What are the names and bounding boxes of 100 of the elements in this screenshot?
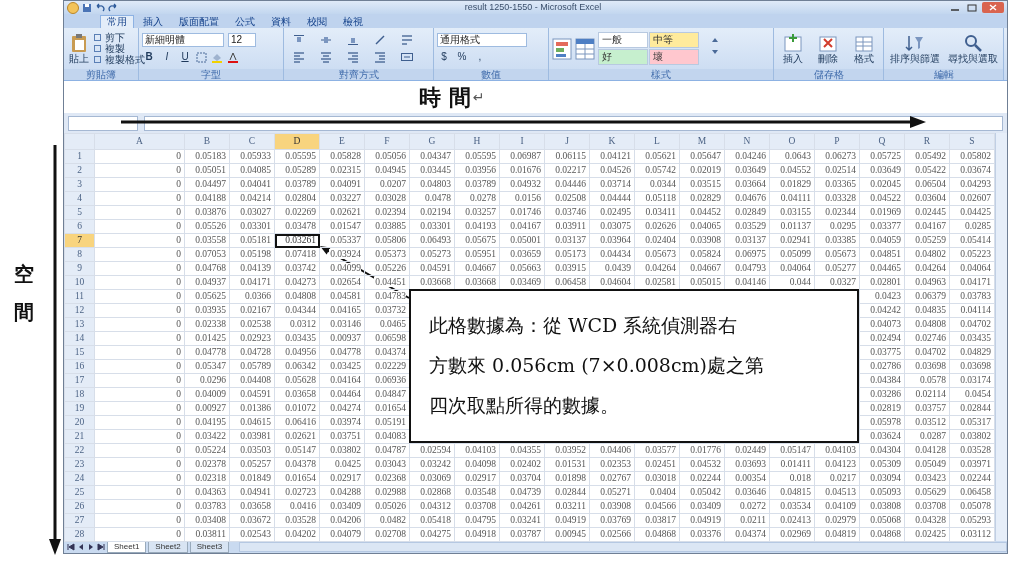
last-sheet-icon[interactable] — [97, 543, 105, 551]
ribbon-tab[interactable]: 校閱 — [300, 15, 334, 28]
table-cell: 0.05629 — [904, 485, 950, 500]
column-header[interactable]: M — [679, 133, 725, 150]
table-cell: 0.04615 — [229, 415, 275, 430]
table-cell: 0.05673 — [634, 247, 680, 262]
orientation-icon[interactable] — [374, 34, 386, 46]
table-cell: 0.02849 — [724, 205, 770, 220]
group-label: 編輯 — [884, 69, 1003, 80]
ribbon-button[interactable]: 刪除 — [816, 33, 841, 64]
column-header[interactable]: R — [904, 133, 950, 150]
column-header[interactable]: L — [634, 133, 680, 150]
ribbon-tab[interactable]: 版面配置 — [172, 15, 226, 28]
table-cell: 0.04065 — [679, 219, 725, 234]
column-header[interactable]: I — [499, 133, 545, 150]
column-header[interactable]: H — [454, 133, 500, 150]
table-cell: 0.04945 — [364, 163, 410, 178]
sheet-tab[interactable]: Sheet1 — [107, 541, 147, 553]
sheet-tab[interactable]: Sheet2 — [148, 541, 188, 553]
column-header[interactable]: N — [724, 133, 770, 150]
font-color-icon[interactable] — [227, 51, 239, 63]
column-header[interactable]: J — [544, 133, 590, 150]
merge-cells-icon[interactable] — [401, 51, 413, 63]
table-cell: 0.04167 — [499, 219, 545, 234]
cell-style[interactable]: 中等 — [649, 32, 699, 48]
cell-style[interactable]: 好 — [598, 49, 648, 65]
column-header[interactable]: C — [229, 133, 275, 150]
column-header[interactable]: D — [274, 133, 320, 150]
maximize-icon[interactable] — [965, 2, 979, 13]
middle-align-icon[interactable] — [320, 34, 332, 46]
column-header[interactable]: A — [94, 133, 185, 150]
table-cell: 0 — [94, 373, 185, 388]
column-header[interactable]: E — [319, 133, 365, 150]
conditional-format-icon[interactable] — [552, 37, 572, 60]
cell-style[interactable]: 一般 — [598, 32, 648, 48]
table-cell: 0.02368 — [364, 471, 410, 486]
column-header[interactable]: Q — [859, 133, 905, 150]
font-size-field[interactable]: 12 — [228, 33, 256, 47]
table-cell: 0.03422 — [184, 429, 230, 444]
name-box[interactable] — [68, 115, 138, 131]
table-cell: 0.03478 — [274, 219, 320, 234]
table-cell: 0.03649 — [859, 163, 905, 178]
clipboard-item[interactable]: 剪下 — [105, 32, 125, 43]
right-align-icon[interactable] — [347, 51, 359, 63]
redo-icon[interactable] — [108, 2, 118, 13]
table-cell: 0.03018 — [634, 471, 680, 486]
ribbon-button[interactable]: 排序與篩選 — [887, 33, 942, 64]
ribbon-tab[interactable]: 資料 — [264, 15, 298, 28]
comma-button[interactable]: , — [473, 50, 487, 64]
table-cell: 0.07418 — [274, 247, 320, 262]
currency-button[interactable]: $ — [437, 50, 451, 64]
ribbon-tab[interactable]: 檢視 — [336, 15, 370, 28]
table-cell: 0.03658 — [229, 499, 275, 514]
ribbon-tab[interactable]: 常用 — [100, 15, 134, 28]
fill-color-icon[interactable] — [211, 51, 223, 63]
column-header[interactable]: K — [589, 133, 635, 150]
table-cell: 0.01386 — [229, 401, 275, 416]
italic-button[interactable]: I — [160, 50, 174, 64]
font-name-field[interactable]: 新細明體 — [142, 33, 224, 47]
clipboard-item[interactable]: 複製格式 — [105, 54, 145, 65]
save-icon[interactable] — [82, 2, 92, 13]
indent-icon[interactable] — [374, 51, 386, 63]
underline-button[interactable]: U — [178, 50, 192, 64]
table-cell: 0.0425 — [319, 457, 365, 472]
paste-button[interactable]: 貼上 — [67, 33, 91, 64]
undo-icon[interactable] — [95, 2, 105, 13]
ribbon-tab[interactable]: 插入 — [136, 15, 170, 28]
column-header[interactable]: P — [814, 133, 860, 150]
close-icon[interactable] — [982, 2, 1004, 13]
table-cell: 0.03935 — [184, 303, 230, 318]
ribbon-button[interactable]: 尋找與選取 — [945, 33, 1000, 64]
office-orb-icon[interactable] — [67, 1, 79, 14]
table-cell: 0.03908 — [589, 499, 635, 514]
column-header[interactable]: B — [184, 133, 230, 150]
table-cell: 0.05625 — [184, 289, 230, 304]
column-header[interactable]: O — [769, 133, 815, 150]
table-cell: 0.04275 — [409, 527, 455, 542]
number-format-field[interactable]: 通用格式 — [437, 33, 527, 47]
column-header[interactable]: F — [364, 133, 410, 150]
vertical-scrollbar[interactable] — [995, 133, 1007, 541]
cell-style[interactable]: 壞 — [649, 49, 699, 65]
left-align-icon[interactable] — [293, 51, 305, 63]
clipboard-item[interactable]: 複製 — [105, 43, 125, 54]
ribbon-button[interactable]: 插入 — [781, 33, 806, 64]
column-header[interactable]: G — [409, 133, 455, 150]
table-format-icon[interactable] — [575, 37, 595, 60]
ribbon-tab[interactable]: 公式 — [228, 15, 262, 28]
horizontal-scrollbar[interactable] — [239, 542, 1007, 552]
center-align-icon[interactable] — [320, 51, 332, 63]
ribbon-button[interactable]: 格式 — [851, 33, 876, 64]
table-cell: 0.05226 — [364, 261, 410, 276]
sheet-tab[interactable]: Sheet3 — [189, 541, 230, 553]
table-cell: 0.03746 — [544, 205, 590, 220]
first-sheet-icon[interactable] — [67, 543, 75, 551]
table-cell: 0.04214 — [229, 191, 275, 206]
window-title: result 1250-1550 - Microsoft Excel — [463, 1, 603, 14]
column-header[interactable]: S — [949, 133, 995, 150]
wrap-text-icon[interactable] — [401, 34, 413, 46]
percent-button[interactable]: % — [455, 50, 469, 64]
table-cell: 0.02979 — [814, 513, 860, 528]
